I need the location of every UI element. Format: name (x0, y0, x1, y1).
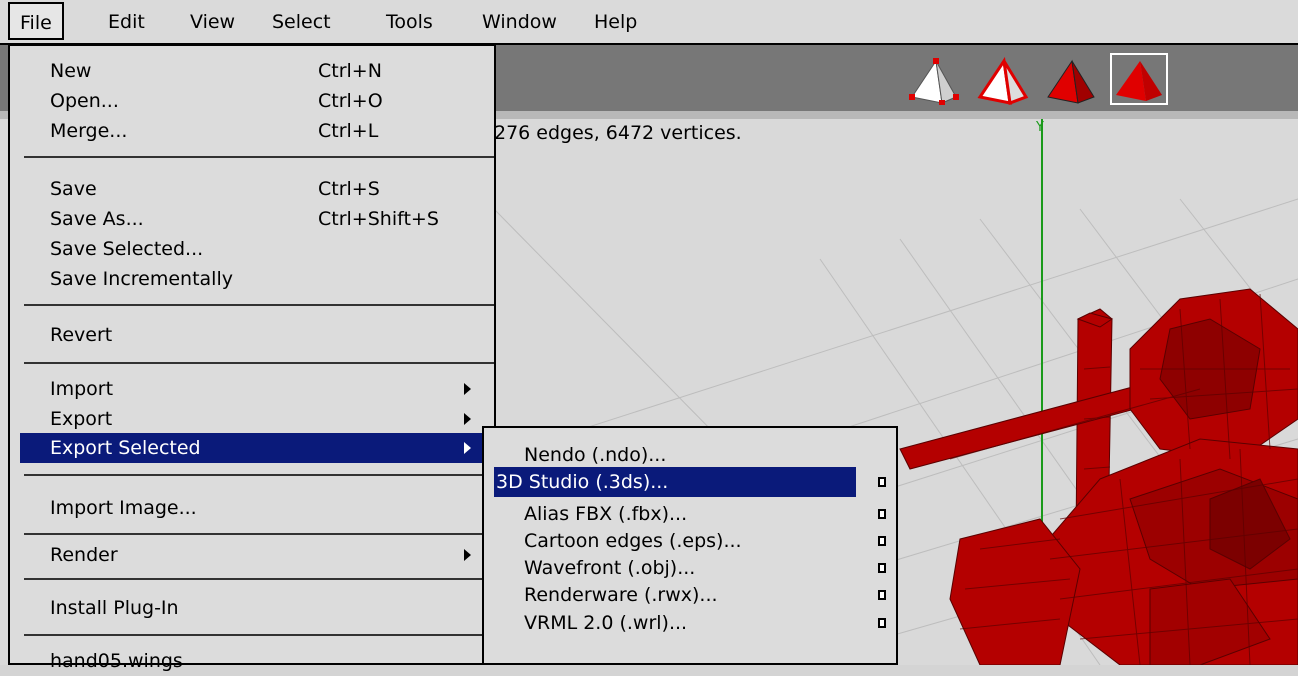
menu-separator (24, 533, 494, 535)
options-box-icon[interactable] (878, 563, 886, 573)
export-3ds[interactable]: 3D Studio (.3ds)... (494, 467, 886, 497)
menu-separator (24, 156, 494, 158)
edge-select-icon[interactable] (974, 53, 1032, 106)
submenu-arrow-icon (464, 549, 471, 561)
body-select-icon[interactable] (1110, 53, 1168, 105)
export-eps[interactable]: Cartoon edges (.eps)... (494, 526, 886, 556)
vertex-select-icon[interactable] (906, 53, 964, 105)
menu-separator (24, 578, 494, 580)
menu-item-new[interactable]: New Ctrl+N (20, 56, 484, 86)
menu-item-merge[interactable]: Merge... Ctrl+L (20, 116, 484, 146)
menu-window[interactable]: Window (482, 6, 557, 38)
menu-view[interactable]: View (190, 6, 235, 38)
menu-item-import[interactable]: Import (20, 374, 484, 404)
export-fbx[interactable]: Alias FBX (.fbx)... (494, 499, 886, 529)
menu-item-install-plugin[interactable]: Install Plug-In (20, 593, 484, 623)
file-menu: New Ctrl+N Open... Ctrl+O Merge... Ctrl+… (8, 44, 496, 672)
export-obj[interactable]: Wavefront (.obj)... (494, 553, 886, 583)
options-box-icon[interactable] (878, 618, 886, 628)
options-box-icon[interactable] (878, 477, 886, 487)
menu-separator (24, 634, 494, 636)
menu-item-save-as[interactable]: Save As... Ctrl+Shift+S (20, 204, 484, 234)
menu-edit[interactable]: Edit (108, 6, 145, 38)
menu-item-save[interactable]: Save Ctrl+S (20, 174, 484, 204)
menu-item-save-incrementally[interactable]: Save Incrementally (20, 264, 484, 294)
menu-help[interactable]: Help (594, 6, 637, 38)
selection-info: 276 edges, 6472 vertices. (494, 122, 742, 144)
menu-item-export[interactable]: Export (20, 404, 484, 434)
export-rwx[interactable]: Renderware (.rwx)... (494, 580, 886, 610)
options-box-icon[interactable] (878, 590, 886, 600)
menu-item-export-selected[interactable]: Export Selected (20, 433, 484, 463)
menu-separator (24, 474, 494, 476)
submenu-arrow-icon (464, 413, 471, 425)
menu-tools[interactable]: Tools (386, 6, 433, 38)
export-selected-submenu: Nendo (.ndo)... 3D Studio (.3ds)... Alia… (482, 426, 898, 665)
menu-file[interactable]: File (8, 2, 64, 40)
face-select-icon[interactable] (1042, 53, 1100, 105)
menu-item-open[interactable]: Open... Ctrl+O (20, 86, 484, 116)
y-axis-label: Y (1035, 120, 1044, 135)
options-box-icon[interactable] (878, 536, 886, 546)
menu-item-recent-file[interactable]: hand05.wings (20, 646, 484, 676)
menu-separator (24, 304, 494, 306)
menu-item-import-image[interactable]: Import Image... (20, 493, 484, 523)
menu-select[interactable]: Select (272, 6, 331, 38)
menu-separator (24, 362, 494, 364)
menu-item-render[interactable]: Render (20, 540, 484, 570)
options-box-icon[interactable] (878, 509, 886, 519)
submenu-arrow-icon (464, 442, 471, 454)
menubar: File Edit View Select Tools Window Help (0, 0, 1298, 45)
export-nendo[interactable]: Nendo (.ndo)... (494, 440, 854, 470)
submenu-arrow-icon (464, 383, 471, 395)
export-wrl[interactable]: VRML 2.0 (.wrl)... (494, 608, 886, 638)
menu-item-save-selected[interactable]: Save Selected... (20, 234, 484, 264)
menu-item-revert[interactable]: Revert (20, 320, 484, 350)
